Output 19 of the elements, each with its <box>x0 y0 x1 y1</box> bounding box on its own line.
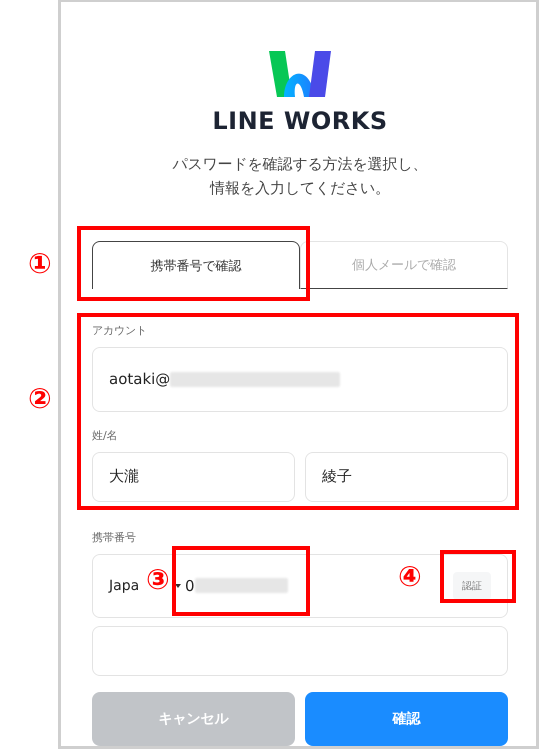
account-field[interactable]: aotaki@ <box>92 347 508 412</box>
field-label: 携帯番号 <box>92 530 137 544</box>
field-label: アカウント <box>92 323 148 338</box>
country-select[interactable]: Japa <box>109 578 140 594</box>
field-label: 姓/名 <box>92 428 119 442</box>
last-name-field[interactable]: 大瀧 <box>92 452 295 502</box>
code-field[interactable] <box>92 626 508 676</box>
logo-wordmark: LINE WORKS <box>212 107 388 135</box>
first-name-field[interactable]: 綾子 <box>305 452 508 502</box>
callout-number: ② <box>28 385 52 413</box>
verify-button[interactable]: 認証 <box>453 572 491 600</box>
caret-icon <box>175 584 181 588</box>
instruction-text: 情報を入力してください。 <box>210 178 390 199</box>
callout-number: ③ <box>146 566 170 594</box>
callout-number: ① <box>28 250 52 278</box>
instruction-text: パスワードを確認する方法を選択し、 <box>172 154 428 175</box>
method-tab[interactable]: 携帯番号で確認 <box>92 241 300 289</box>
callout-number: ④ <box>398 563 422 591</box>
logo-icon <box>269 51 331 97</box>
